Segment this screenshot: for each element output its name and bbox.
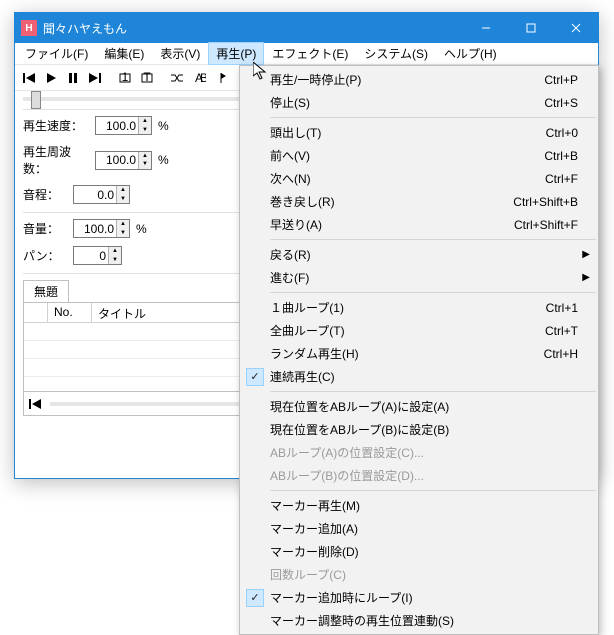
prev-track-icon[interactable] (28, 397, 42, 411)
menu-view[interactable]: 表示(V) (152, 42, 208, 65)
mi-forward[interactable]: 進む(F)▶ (240, 266, 598, 289)
freq-label: 再生周波数： (23, 143, 89, 177)
spin-up-icon: ▲ (139, 117, 151, 126)
loop-all-icon[interactable]: T (137, 68, 157, 88)
svg-text:T: T (143, 71, 151, 84)
mi-marker-adjust-link[interactable]: マーカー調整時の再生位置連動(S) (240, 609, 598, 632)
menu-system[interactable]: システム(S) (356, 42, 436, 65)
play-icon[interactable] (41, 68, 61, 88)
random-icon[interactable] (167, 68, 187, 88)
tab-untitled[interactable]: 無題 (23, 280, 69, 302)
freq-input[interactable]: ▲▼ (95, 151, 152, 170)
col-blank[interactable] (24, 303, 48, 323)
marker-icon[interactable] (211, 68, 231, 88)
menu-help[interactable]: ヘルプ(H) (436, 42, 505, 65)
mi-abpos-b: ABループ(B)の位置設定(D)... (240, 464, 598, 487)
prev-track-icon[interactable] (19, 68, 39, 88)
pan-label: パン： (23, 247, 67, 264)
mi-marker-play[interactable]: マーカー再生(M) (240, 494, 598, 517)
mi-loop-all[interactable]: 全曲ループ(T)Ctrl+T (240, 319, 598, 342)
submenu-arrow-icon: ▶ (582, 272, 590, 283)
mi-abset-b[interactable]: 現在位置をABループ(B)に設定(B) (240, 418, 598, 441)
mi-next[interactable]: 次へ(N)Ctrl+F (240, 167, 598, 190)
maximize-button[interactable] (508, 13, 553, 43)
check-icon: ✓ (246, 368, 264, 386)
pitch-label: 音程： (23, 186, 67, 203)
pct-label: % (158, 119, 169, 133)
menu-edit[interactable]: 編集(E) (96, 42, 152, 65)
next-track-icon[interactable] (85, 68, 105, 88)
minimize-button[interactable] (463, 13, 508, 43)
mi-marker-loop-on-add[interactable]: ✓マーカー追加時にループ(I) (240, 586, 598, 609)
mi-back[interactable]: 戻る(R)▶ (240, 243, 598, 266)
mi-stop[interactable]: 停止(S)Ctrl+S (240, 91, 598, 114)
loop-one-icon[interactable]: 1 (115, 68, 135, 88)
mi-play-pause[interactable]: 再生/一時停止(P)Ctrl+P (240, 68, 598, 91)
pause-icon[interactable] (63, 68, 83, 88)
mi-continuous[interactable]: ✓連続再生(C) (240, 365, 598, 388)
mi-ffwd[interactable]: 早送り(A)Ctrl+Shift+F (240, 213, 598, 236)
mi-random[interactable]: ランダム再生(H)Ctrl+H (240, 342, 598, 365)
titlebar[interactable]: H 聞々ハヤえもん (15, 13, 598, 43)
mi-cue[interactable]: 頭出し(T)Ctrl+0 (240, 121, 598, 144)
volume-label: 音量： (23, 220, 67, 237)
menubar: ファイル(F) 編集(E) 表示(V) 再生(P) エフェクト(E) システム(… (15, 43, 598, 65)
submenu-arrow-icon: ▶ (582, 249, 590, 260)
svg-text:B: B (200, 71, 206, 85)
mi-rewind[interactable]: 巻き戻し(R)Ctrl+Shift+B (240, 190, 598, 213)
svg-text:1: 1 (122, 71, 129, 84)
volume-input[interactable]: ▲▼ (73, 219, 130, 238)
mi-prev[interactable]: 前へ(V)Ctrl+B (240, 144, 598, 167)
menu-file[interactable]: ファイル(F) (17, 42, 96, 65)
pitch-input[interactable]: ▲▼ (73, 185, 130, 204)
check-icon: ✓ (246, 589, 264, 607)
menu-effect[interactable]: エフェクト(E) (264, 42, 356, 65)
app-icon: H (21, 20, 37, 36)
spin-down-icon: ▼ (139, 126, 151, 135)
speed-label: 再生速度： (23, 117, 89, 134)
col-no[interactable]: No. (48, 303, 92, 323)
play-menu-dropdown: 再生/一時停止(P)Ctrl+P 停止(S)Ctrl+S 頭出し(T)Ctrl+… (239, 65, 599, 635)
window-title: 聞々ハヤえもん (43, 20, 463, 37)
speed-input[interactable]: ▲▼ (95, 116, 152, 135)
abloop-icon[interactable]: AB (189, 68, 209, 88)
mi-loop-one[interactable]: １曲ループ(1)Ctrl+1 (240, 296, 598, 319)
mi-marker-del[interactable]: マーカー削除(D) (240, 540, 598, 563)
mi-abpos-a: ABループ(A)の位置設定(C)... (240, 441, 598, 464)
pan-input[interactable]: ▲▼ (73, 246, 122, 265)
mi-count-loop: 回数ループ(C) (240, 563, 598, 586)
menu-play[interactable]: 再生(P) (208, 42, 264, 65)
mi-abset-a[interactable]: 現在位置をABループ(A)に設定(A) (240, 395, 598, 418)
close-button[interactable] (553, 13, 598, 43)
mi-marker-add[interactable]: マーカー追加(A) (240, 517, 598, 540)
